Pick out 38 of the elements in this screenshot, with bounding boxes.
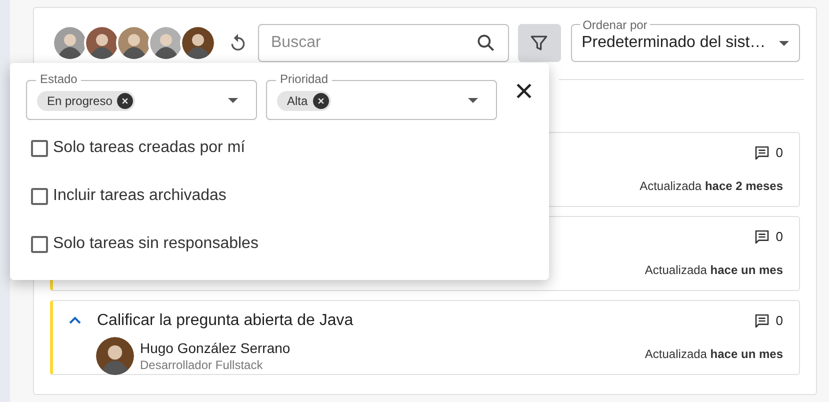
assignee-name: Hugo González Serrano — [140, 339, 290, 357]
checkbox[interactable] — [31, 188, 48, 204]
comment-count: 0 — [776, 144, 783, 162]
filter-checkbox-option[interactable]: Solo tareas sin responsables — [31, 233, 549, 255]
search-field[interactable]: Buscar — [258, 24, 509, 62]
avatar — [148, 25, 184, 61]
avatar — [96, 337, 134, 375]
updated-time: Actualizada hace un mes — [644, 346, 783, 362]
avatar — [180, 25, 216, 61]
filter-checkbox-option[interactable]: Solo tareas creadas por mí — [31, 137, 549, 159]
filter-chip[interactable]: En progreso — [37, 91, 136, 111]
updated-time: Actualizada hace 2 meses — [640, 178, 783, 194]
filter-button[interactable] — [518, 24, 561, 62]
field-label: Estado — [36, 72, 82, 86]
task-card[interactable]: Calificar la pregunta abierta de Java Hugo González Serrano Desarrollador Fullstack 0 Actualizada hace un mes — [50, 300, 800, 375]
task-title: Calificar la pregunta abierta de Java — [97, 311, 354, 331]
remove-chip-icon[interactable] — [312, 93, 329, 109]
comment-icon — [754, 144, 770, 161]
avatar — [84, 25, 120, 61]
dropdown-arrow-icon — [779, 40, 789, 46]
assignee-role: Desarrollador Fullstack — [140, 357, 264, 373]
field-label: Prioridad — [276, 72, 332, 86]
checkbox[interactable] — [31, 236, 48, 252]
filter-checkbox-option[interactable]: Incluir tareas archivadas — [31, 185, 549, 207]
avatar — [116, 25, 152, 61]
remove-chip-icon[interactable] — [117, 93, 134, 109]
comment-icon — [754, 228, 770, 245]
checkbox[interactable] — [31, 140, 48, 156]
dropdown-arrow-icon[interactable] — [228, 98, 238, 102]
avatar — [52, 25, 88, 61]
close-button[interactable] — [515, 82, 533, 100]
comment-count: 0 — [776, 312, 783, 330]
filter-chip[interactable]: Alta — [277, 91, 331, 111]
comment-count: 0 — [776, 228, 783, 246]
comment-icon — [754, 312, 770, 329]
search-icon[interactable] — [475, 32, 497, 54]
updated-time: Actualizada hace un mes — [644, 262, 783, 278]
dropdown-arrow-icon[interactable] — [468, 98, 478, 102]
